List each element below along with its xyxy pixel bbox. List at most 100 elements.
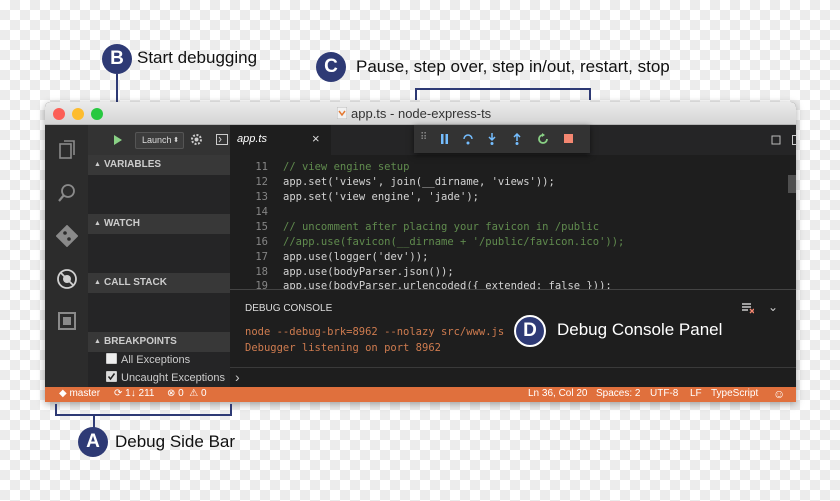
search-icon[interactable] (56, 182, 78, 204)
callout-a-pointer (93, 414, 95, 428)
chevron-updown-icon: ⬍ (173, 137, 179, 144)
status-bar: ◆ master ⟳ 1↓ 211 ⊗ 0 ⚠ 0 Ln 36, Col 20 … (45, 387, 796, 402)
vscode-window: app.ts - node-express-ts Launch ⬍ ▲ VARIA… (45, 102, 796, 402)
collapse-icon: ▲ (94, 161, 101, 168)
minimize-window-button[interactable] (72, 108, 84, 120)
launch-config-label: Launch (142, 135, 172, 145)
checkbox-checked[interactable] (106, 371, 117, 382)
callout-d-text: Debug Console Panel (557, 320, 723, 339)
clear-console-icon[interactable] (742, 302, 754, 314)
callout-a-badge: A (78, 427, 108, 457)
editor-scrollbar[interactable] (788, 175, 796, 193)
callout-a-bracket (55, 404, 232, 416)
sync-icon: ⟳ (114, 388, 126, 399)
source-control-icon[interactable] (56, 225, 78, 247)
code-line: //app.use(favicon(__dirname + '/public/f… (283, 236, 625, 248)
code-line: app.use(bodyParser.json()); (283, 266, 454, 278)
errors-count: 0 (178, 388, 184, 399)
step-over-icon[interactable] (462, 133, 474, 145)
title-bar: app.ts - node-express-ts (45, 102, 796, 125)
callout-d-badge: D (514, 315, 546, 347)
call-stack-section-header[interactable]: ▲ CALL STACK (88, 273, 230, 293)
collapse-icon: ▲ (94, 220, 101, 227)
code-editor[interactable]: 11 // view engine setup 12 app.set('view… (230, 155, 796, 292)
split-editor-icon[interactable] (792, 135, 796, 145)
line-number: 12 (255, 176, 268, 188)
activity-bar (45, 125, 88, 387)
callout-b-badge: B (102, 44, 132, 74)
console-output-line: Debugger listening on port 8962 (245, 342, 441, 354)
zoom-window-button[interactable] (91, 108, 103, 120)
launch-config-select[interactable]: Launch ⬍ (135, 132, 184, 149)
watch-section-header[interactable]: ▲ WATCH (88, 214, 230, 234)
code-line: app.use(logger('dev')); (283, 251, 429, 263)
debug-icon[interactable] (56, 268, 78, 290)
language-mode[interactable]: TypeScript (711, 388, 758, 399)
line-number: 17 (255, 251, 268, 263)
debug-toolbar-sidebar: Launch ⬍ (88, 125, 230, 155)
restart-icon[interactable] (537, 133, 549, 145)
tab-label: app.ts (237, 133, 267, 145)
pause-icon[interactable] (440, 134, 449, 144)
code-line: // view engine setup (283, 161, 410, 173)
git-branch-status[interactable]: ◆ master (59, 388, 100, 399)
chevron-down-icon[interactable]: ⌄ (768, 300, 778, 314)
indentation-status[interactable]: Spaces: 2 (596, 388, 640, 399)
breakpoint-label: All Exceptions (121, 354, 191, 366)
callout-b-text: Start debugging (137, 48, 258, 67)
error-icon: ⊗ (167, 388, 179, 399)
variables-section-header[interactable]: ▲ VARIABLES (88, 155, 230, 175)
console-input[interactable]: › (230, 368, 796, 388)
warnings-count: 0 (201, 388, 207, 399)
checkbox-unchecked[interactable] (106, 353, 117, 364)
floating-debug-toolbar: ⠿ (414, 125, 590, 153)
breakpoints-section-header[interactable]: ▲ BREAKPOINTS (88, 332, 230, 352)
explorer-icon[interactable] (56, 139, 78, 161)
problems-status[interactable]: ⊗ 0 ⚠ 0 (167, 388, 207, 399)
variables-label: VARIABLES (104, 159, 162, 170)
breakpoint-label: Uncaught Exceptions (121, 372, 225, 384)
encoding-status[interactable]: UTF-8 (650, 388, 678, 399)
breakpoints-label: BREAKPOINTS (104, 336, 177, 347)
panel-title[interactable]: DEBUG CONSOLE (245, 303, 332, 314)
gear-icon[interactable] (190, 133, 203, 146)
call-stack-label: CALL STACK (104, 277, 167, 288)
line-number: 11 (255, 161, 268, 173)
code-line: // uncomment after placing your favicon … (283, 221, 600, 233)
extensions-icon[interactable] (56, 310, 78, 332)
watch-label: WATCH (104, 218, 140, 229)
tab-app-ts[interactable]: app.ts × (230, 125, 331, 155)
stop-icon[interactable] (564, 134, 573, 143)
callout-a-text: Debug Side Bar (115, 432, 236, 451)
close-window-button[interactable] (53, 108, 65, 120)
terminal-icon[interactable] (216, 134, 228, 145)
eol-status[interactable]: LF (690, 388, 702, 399)
start-debugging-icon[interactable] (113, 135, 123, 145)
open-changes-icon[interactable] (771, 135, 781, 145)
branch-icon: ◆ (59, 388, 70, 399)
console-output-line: node --debug-brk=8962 --nolazy src/www.j… (245, 326, 505, 338)
collapse-icon: ▲ (94, 279, 101, 286)
sync-status[interactable]: ⟳ 1↓ 211 (114, 388, 154, 399)
warning-icon: ⚠ (189, 388, 202, 399)
step-out-icon[interactable] (512, 133, 522, 145)
drag-handle-icon[interactable]: ⠿ (420, 132, 427, 143)
callout-c-bracket (415, 88, 591, 100)
close-tab-icon[interactable]: × (312, 131, 320, 146)
file-type-icon (337, 107, 347, 119)
callout-c-text: Pause, step over, step in/out, restart, … (356, 57, 670, 76)
feedback-smiley-icon[interactable]: ☺ (773, 387, 785, 401)
code-line: app.set('view engine', 'jade'); (283, 191, 479, 203)
breakpoint-all-exceptions[interactable]: All Exceptions (106, 353, 190, 366)
code-line: app.set('views', join(__dirname, 'views'… (283, 176, 555, 188)
cursor-position[interactable]: Ln 36, Col 20 (528, 388, 588, 399)
step-into-icon[interactable] (487, 133, 497, 145)
line-number: 15 (255, 221, 268, 233)
line-number: 13 (255, 191, 268, 203)
line-number: 14 (255, 206, 268, 218)
line-number: 16 (255, 236, 268, 248)
breakpoint-uncaught-exceptions[interactable]: Uncaught Exceptions (106, 371, 225, 384)
collapse-icon: ▲ (94, 338, 101, 345)
sync-label: 1↓ 211 (125, 388, 155, 399)
line-number: 18 (255, 266, 268, 278)
